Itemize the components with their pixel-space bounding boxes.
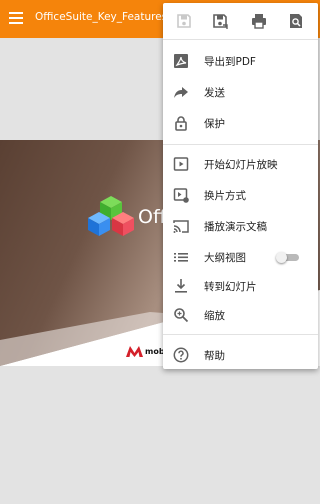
zoom-icon xyxy=(174,308,189,323)
menu-item-label: 开始幻灯片放映 xyxy=(204,159,278,171)
menu-item-label: 换片方式 xyxy=(204,190,246,202)
menu-item-protect[interactable]: 保护 xyxy=(163,108,318,138)
pdf-icon xyxy=(174,54,188,68)
menu-item-zoom[interactable]: 缩放 xyxy=(163,300,318,330)
menu-item-cast-presentation[interactable]: 播放演示文稿 xyxy=(163,211,318,241)
menu-item-send[interactable]: 发送 xyxy=(163,77,318,107)
officesuite-logo-icon xyxy=(88,196,134,236)
menu-divider xyxy=(163,334,318,335)
hamburger-menu-icon[interactable] xyxy=(9,12,23,24)
menu-item-label: 发送 xyxy=(204,87,225,99)
cast-icon xyxy=(173,220,189,233)
menu-item-label: 缩放 xyxy=(204,310,225,322)
menu-item-outline-view[interactable]: 大纲视图 xyxy=(163,242,318,272)
menu-item-label: 导出到PDF xyxy=(204,56,256,68)
save-as-icon[interactable] xyxy=(211,12,229,30)
find-icon[interactable] xyxy=(287,12,305,30)
overflow-menu: 导出到PDF 发送 保护 开始幻灯片放映 换片方式 播放演示文稿 大纲视图 转到… xyxy=(163,3,318,369)
menu-divider xyxy=(163,144,318,145)
menu-item-label: 大纲视图 xyxy=(204,252,246,264)
document-background-bottom xyxy=(0,366,320,504)
outline-view-toggle[interactable] xyxy=(276,252,299,263)
menu-item-export-pdf[interactable]: 导出到PDF xyxy=(163,46,318,76)
share-icon xyxy=(174,87,188,98)
menu-toolbar xyxy=(163,3,318,38)
mobisystems-logo-icon xyxy=(126,346,143,357)
menu-item-transitions[interactable]: 换片方式 xyxy=(163,180,318,210)
menu-item-go-to-slide[interactable]: 转到幻灯片 xyxy=(163,271,318,301)
menu-item-start-slideshow[interactable]: 开始幻灯片放映 xyxy=(163,149,318,179)
menu-item-label: 帮助 xyxy=(204,350,225,362)
menu-divider xyxy=(163,39,318,40)
transition-icon xyxy=(173,188,189,203)
save-icon[interactable] xyxy=(175,12,193,30)
lock-icon xyxy=(175,116,187,131)
toggle-thumb xyxy=(276,252,287,263)
print-icon[interactable] xyxy=(250,12,268,30)
slideshow-play-icon xyxy=(173,157,189,171)
outline-icon xyxy=(174,253,188,262)
menu-item-label: 转到幻灯片 xyxy=(204,281,257,293)
menu-item-label: 播放演示文稿 xyxy=(204,221,267,233)
help-icon xyxy=(173,347,189,363)
menu-item-label: 保护 xyxy=(204,118,225,130)
menu-item-help[interactable]: 帮助 xyxy=(163,340,318,370)
go-to-slide-icon xyxy=(175,279,187,293)
